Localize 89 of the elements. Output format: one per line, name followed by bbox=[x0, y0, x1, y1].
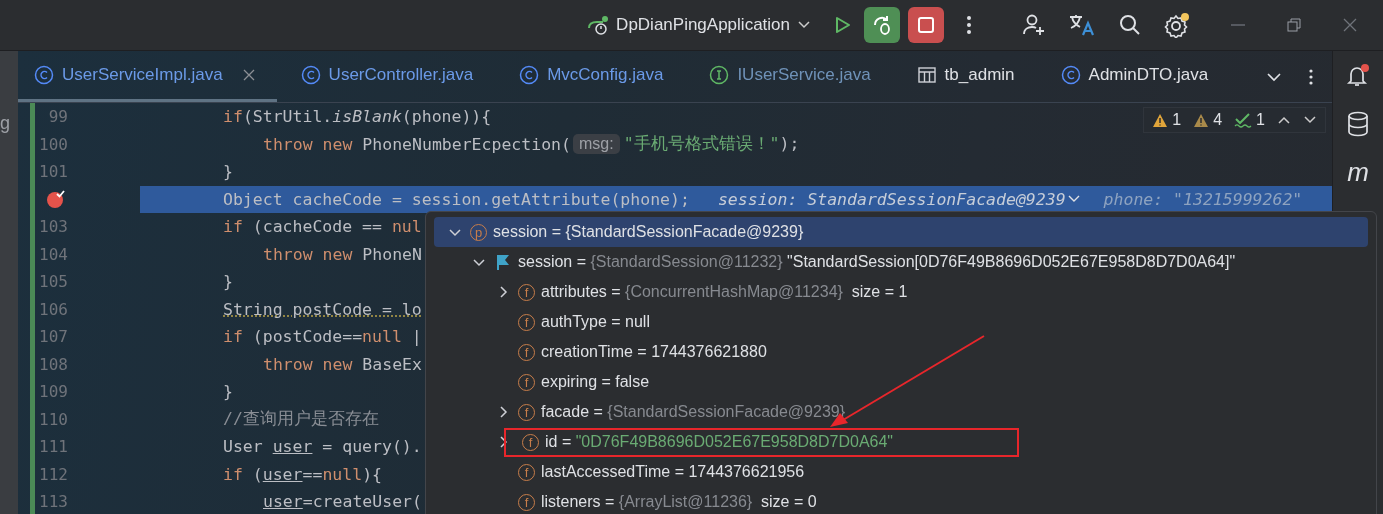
search-icon[interactable] bbox=[1118, 13, 1142, 37]
inspection-count: 1 bbox=[1256, 111, 1265, 129]
debug-icon bbox=[871, 14, 893, 36]
maven-tool-button[interactable]: m bbox=[1347, 159, 1369, 185]
notification-bell-icon[interactable] bbox=[1345, 63, 1371, 89]
variable-text: listeners = {ArrayList@11236} size = 0 bbox=[541, 493, 817, 511]
line-number: 100 bbox=[38, 134, 68, 154]
inspection-count: 1 bbox=[1172, 111, 1182, 129]
line-number: 111 bbox=[38, 437, 68, 457]
code-text: if(StrUtil.isBlank(phone)){ bbox=[223, 107, 492, 127]
code-text: //查询用户是否存在 bbox=[223, 408, 379, 431]
parameter-hint: msg: bbox=[572, 134, 620, 155]
line-number: 108 bbox=[38, 354, 68, 374]
check-icon bbox=[1234, 112, 1253, 128]
code-text: User user = query(). bbox=[223, 437, 422, 457]
editor-tab[interactable]: AdminDTO.java bbox=[1044, 51, 1231, 102]
table-icon bbox=[916, 65, 937, 85]
close-tab-icon[interactable] bbox=[242, 69, 255, 81]
line-number: 113 bbox=[38, 492, 68, 512]
variable-text: id = "0D76F49B8696D052E67E958D8D7D0A64" bbox=[545, 433, 894, 451]
line-number: 104 bbox=[38, 244, 68, 264]
line-number: 112 bbox=[38, 464, 68, 484]
editor-tab[interactable]: tb_admin bbox=[900, 51, 1037, 102]
class-icon bbox=[1060, 65, 1081, 85]
class-icon bbox=[34, 65, 54, 85]
inspections-widget[interactable]: 1 4 1 bbox=[1143, 107, 1326, 133]
editor-tab[interactable]: MvcConfig.java bbox=[503, 51, 686, 102]
variable-text: authType = null bbox=[541, 313, 650, 331]
code-text: Object cacheCode = session.getAttribute(phone); bbox=[223, 189, 690, 209]
code-text: throw new PhoneNumberEcpection( bbox=[263, 134, 571, 154]
line-number: 110 bbox=[38, 409, 68, 429]
chevron-up-icon[interactable] bbox=[1277, 115, 1291, 125]
variable-text: expiring = false bbox=[541, 373, 650, 391]
code-text: throw new PhoneN bbox=[263, 244, 422, 264]
class-icon bbox=[519, 65, 540, 85]
close-icon[interactable] bbox=[1342, 17, 1358, 33]
editor-tab[interactable]: UserServiceImpl.java bbox=[18, 51, 277, 102]
chevron-down-icon[interactable] bbox=[1303, 115, 1317, 125]
chevron-down-icon[interactable] bbox=[1067, 195, 1080, 204]
variable-text: session = {StandardSessionFacade@9239} bbox=[493, 223, 804, 241]
variable-text: attributes = {ConcurrentHashMap@11234} size = 1 bbox=[541, 283, 908, 301]
chevron-down-icon[interactable] bbox=[1266, 71, 1282, 82]
panel-text: g bbox=[0, 113, 10, 134]
code-text: } bbox=[223, 382, 233, 402]
restore-icon[interactable] bbox=[1286, 17, 1302, 33]
line-number: 99 bbox=[47, 107, 68, 127]
database-icon[interactable] bbox=[1346, 111, 1370, 137]
translate-icon[interactable] bbox=[1068, 13, 1096, 37]
inline-debug-value: phone: "13215999262" bbox=[1103, 189, 1303, 209]
chevron-down-icon bbox=[798, 21, 810, 29]
code-text: "手机号格式错误！"); bbox=[623, 133, 800, 156]
warning-icon bbox=[1193, 112, 1210, 128]
run-config-icon bbox=[586, 14, 611, 36]
variable-text: session = {StandardSession@11232} "StandardSession[0D76F49B8696D052E67E958D8D7D0A64]" bbox=[518, 253, 1236, 271]
line-number: 107 bbox=[38, 327, 68, 347]
inspection-count: 4 bbox=[1213, 111, 1223, 129]
settings-icon[interactable] bbox=[1164, 12, 1190, 38]
interface-icon bbox=[709, 65, 730, 85]
code-text: if (cacheCode == nul bbox=[223, 217, 422, 237]
code-text: if (user==null){ bbox=[223, 464, 382, 484]
code-text: user=createUser( bbox=[263, 492, 422, 512]
debug-button[interactable] bbox=[864, 7, 900, 43]
code-text: } bbox=[223, 272, 233, 292]
code-text: if (postCode==null | bbox=[223, 327, 422, 347]
variable-text: creationTime = 1744376621880 bbox=[541, 343, 767, 361]
more-icon[interactable] bbox=[966, 15, 972, 35]
editor-tab[interactable]: UserController.java bbox=[284, 51, 496, 102]
line-number: 103 bbox=[38, 217, 68, 237]
editor-tab[interactable]: IUserService.java bbox=[693, 51, 893, 102]
class-icon bbox=[300, 65, 321, 85]
stop-icon bbox=[916, 15, 936, 35]
tree-row[interactable]: p session = {StandardSessionFacade@9239} bbox=[434, 217, 1368, 247]
code-text: throw new BaseEx bbox=[263, 354, 422, 374]
more-icon[interactable] bbox=[1308, 67, 1314, 86]
add-user-icon[interactable] bbox=[1022, 13, 1046, 37]
code-text: } bbox=[223, 162, 233, 182]
code-text: String postCode = lo bbox=[223, 299, 422, 319]
inline-debug-value: session: StandardSessionFacade@9239 bbox=[717, 189, 1080, 209]
line-number: 106 bbox=[38, 299, 68, 319]
line-number: 105 bbox=[38, 272, 68, 292]
breakpoint-icon[interactable] bbox=[46, 189, 66, 210]
run-configuration-dropdown[interactable]: DpDianPingApplication bbox=[610, 15, 810, 35]
stop-button[interactable] bbox=[908, 7, 944, 43]
variable-text: lastAccessedTime = 1744376621956 bbox=[541, 463, 805, 481]
line-number: 109 bbox=[38, 382, 68, 402]
variable-text: facade = {StandardSessionFacade@9239} bbox=[541, 403, 846, 421]
flag-icon bbox=[494, 253, 512, 271]
warning-icon bbox=[1152, 112, 1169, 128]
line-number: 101 bbox=[38, 162, 68, 182]
